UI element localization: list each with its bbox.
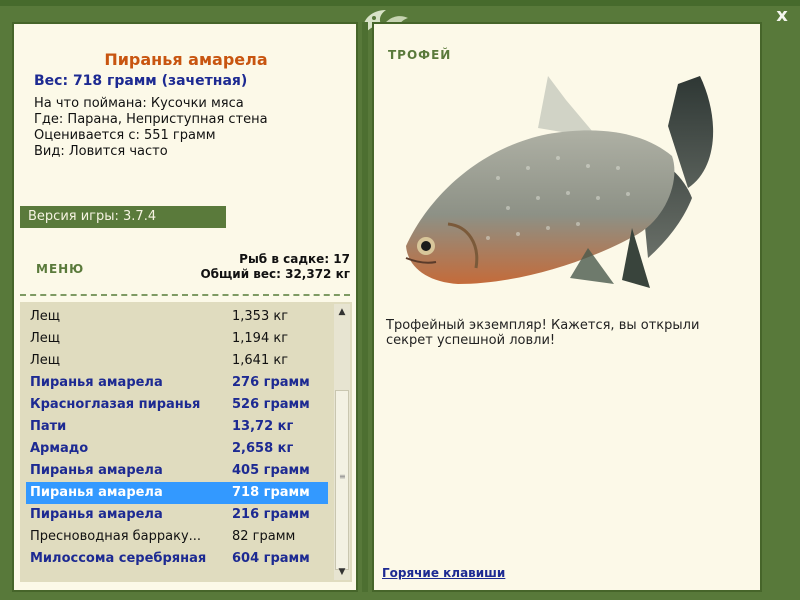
fish-name: Милоссома серебряная [30, 551, 207, 566]
fish-name: Пиранья амарела [30, 507, 163, 522]
keepnet-total-weight: Общий вес: 32,372 кг [200, 267, 350, 281]
trophy-panel: ТРОФЕЙ Трофейный экземпляр! Кажется, вы … [372, 22, 762, 592]
fish-name: Лещ [30, 353, 61, 368]
scroll-up-icon[interactable]: ▲ [334, 304, 350, 320]
fish-name: Пиранья амарела [30, 375, 163, 390]
fish-list-item[interactable]: Пиранья амарела 405 грамм [26, 460, 328, 482]
fish-list-item[interactable]: Пати 13,72 кг [26, 416, 328, 438]
fish-list[interactable]: Лещ 1,353 кг Лещ 1,194 кг Лещ 1,641 кг Пиранья… [20, 302, 352, 582]
fish-list-item[interactable]: Красноглазая пиранья 526 грамм [26, 394, 328, 416]
fish-weight-value: 1,353 кг [232, 309, 289, 324]
frequency-info: Вид: Ловится часто [34, 144, 168, 159]
game-version: Версия игры: 3.7.4 [20, 206, 226, 228]
fish-name: Армадо [30, 441, 89, 456]
list-scrollbar[interactable]: ▲ ≡ ▼ [334, 304, 350, 580]
fish-weight-value: 405 грамм [232, 463, 310, 478]
fish-list-item[interactable]: Лещ 1,353 кг [26, 306, 328, 328]
fish-weight-value: 216 грамм [232, 507, 310, 522]
menu-button[interactable]: МЕНЮ [36, 262, 84, 276]
location-info: Где: Парана, Неприступная стена [34, 112, 268, 127]
trophy-message: Трофейный экземпляр! Кажется, вы открыли… [386, 318, 700, 348]
fish-list-item[interactable]: Милоссома серебряная 604 грамм [26, 548, 328, 570]
fish-weight-value: 2,658 кг [232, 441, 294, 456]
fish-list-item[interactable]: Лещ 1,641 кг [26, 350, 328, 372]
trophy-label: ТРОФЕЙ [388, 48, 452, 62]
piranha-image [405, 76, 714, 288]
fish-weight-value: 13,72 кг [232, 419, 294, 434]
fish-weight-value: 276 грамм [232, 375, 310, 390]
fish-title: Пиранья амарела [104, 50, 268, 69]
fish-list-item[interactable]: Пиранья амарела 216 грамм [26, 504, 328, 526]
fish-name: Пати [30, 419, 67, 434]
fish-weight: Вес: 718 грамм (зачетная) [34, 73, 248, 89]
fish-name: Пресноводная барраку... [30, 529, 202, 544]
fish-list-item[interactable]: Лещ 1,194 кг [26, 328, 328, 350]
game-window: x Пиранья амарела Вес: 718 грамм (зачетн… [0, 0, 800, 600]
fish-weight-value: 718 грамм [232, 485, 310, 500]
scroll-thumb[interactable]: ≡ [335, 390, 349, 570]
hotkeys-link[interactable]: Горячие клавиши [382, 566, 505, 580]
fish-name: Пиранья амарела [30, 485, 163, 500]
fish-list-item[interactable]: Пиранья амарела 718 грамм [26, 482, 328, 504]
fish-list-item[interactable]: Пиранья амарела 276 грамм [26, 372, 328, 394]
bait-info: На что поймана: Кусочки мяса [34, 96, 244, 111]
fish-weight-value: 1,641 кг [232, 353, 289, 368]
dashed-divider [20, 294, 350, 296]
fish-list-item[interactable]: Армадо 2,658 кг [26, 438, 328, 460]
fish-name: Красноглазая пиранья [30, 397, 201, 412]
fish-name: Пиранья амарела [30, 463, 163, 478]
estimate-info: Оценивается с: 551 грамм [34, 128, 216, 143]
fish-weight-value: 1,194 кг [232, 331, 289, 346]
scroll-grip-icon: ≡ [339, 472, 346, 481]
fish-name: Лещ [30, 331, 61, 346]
fish-name: Лещ [30, 309, 61, 324]
fish-list-item[interactable]: Пресноводная барраку... 82 грамм [26, 526, 328, 548]
panel-divider [362, 22, 368, 592]
fish-weight-value: 82 грамм [232, 529, 296, 544]
fish-weight-value: 526 грамм [232, 397, 310, 412]
catch-details-panel: Пиранья амарела Вес: 718 грамм (зачетная… [12, 22, 358, 592]
scroll-down-icon[interactable]: ▼ [334, 564, 350, 580]
keepnet-count: Рыб в садке: 17 [239, 252, 350, 266]
fish-weight-value: 604 грамм [232, 551, 310, 566]
keepnet-summary: Рыб в садке: 17 Общий вес: 32,372 кг [200, 252, 350, 282]
window-right-edge [766, 22, 794, 592]
